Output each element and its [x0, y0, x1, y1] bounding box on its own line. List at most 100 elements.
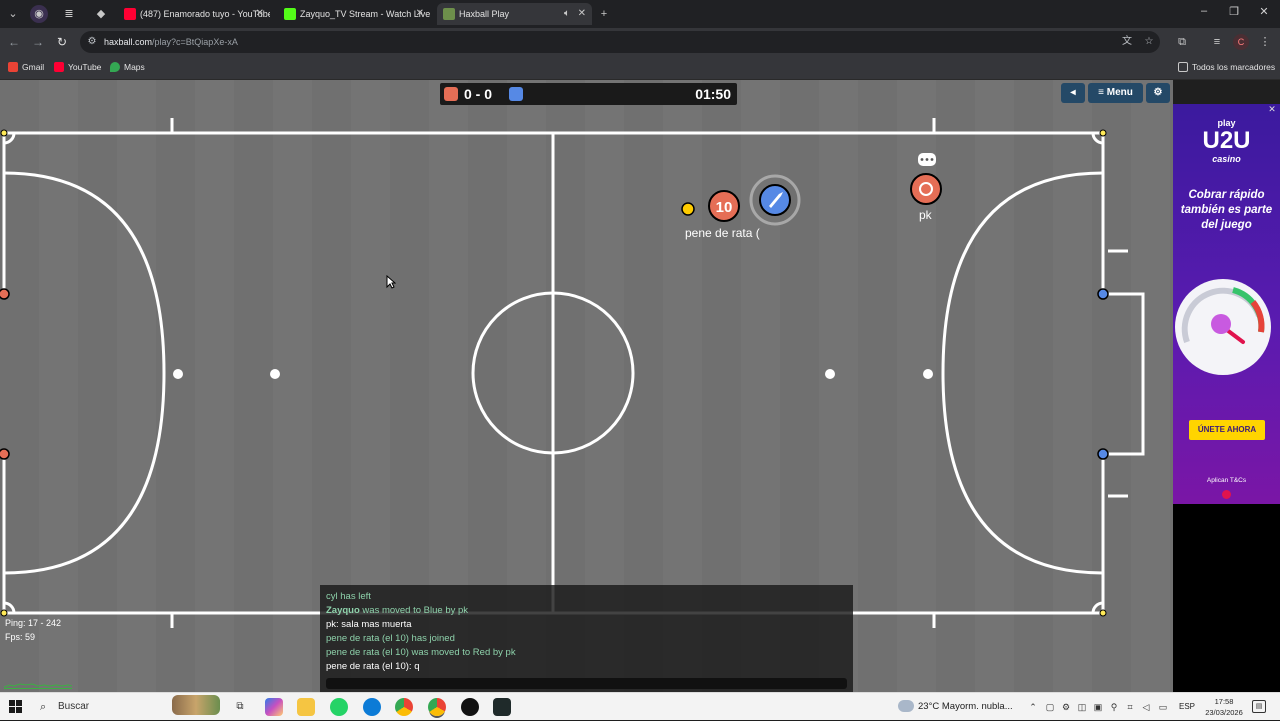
- profile-avatar[interactable]: C: [1233, 34, 1249, 50]
- bookmark-maps[interactable]: Maps: [110, 61, 145, 73]
- folder-icon: [1178, 62, 1188, 72]
- back-icon[interactable]: ←: [6, 34, 22, 50]
- copilot-icon[interactable]: [265, 698, 283, 716]
- volume-icon[interactable]: ◁: [1140, 700, 1152, 714]
- score-text: 0 - 0: [464, 86, 493, 102]
- reload-icon[interactable]: ↻: [54, 34, 70, 50]
- notification-icon[interactable]: ▤: [1252, 700, 1266, 713]
- scoreboard: 0 - 0 01:50: [440, 83, 737, 105]
- empty-ad-space: [1173, 504, 1280, 692]
- blue-team-badge: [509, 87, 523, 101]
- diamond-icon[interactable]: ◆: [92, 5, 110, 23]
- close-tab-icon[interactable]: ✕: [578, 3, 586, 25]
- chat-line: pene de rata (el 10): q: [326, 661, 420, 672]
- media-controls-icon[interactable]: ≡: [1209, 34, 1225, 50]
- clock[interactable]: 17:58 23/03/2026: [1204, 696, 1244, 718]
- tab-title: (487) Enamorado tuyo - YouTube: [140, 9, 270, 19]
- red-team-badge: [444, 87, 458, 101]
- bookmark-star-icon[interactable]: ☆: [1142, 35, 1156, 49]
- tray-app-icon[interactable]: ⚙: [1060, 700, 1072, 714]
- search-icon: ⌕: [40, 701, 47, 713]
- youtube-icon: [124, 8, 136, 20]
- address-bar[interactable]: ⚙ haxball.com/play?c=BtQiapXe-xA 文 ☆: [80, 31, 1160, 53]
- new-tab-button[interactable]: +: [595, 5, 613, 23]
- whatsapp-icon[interactable]: [330, 698, 348, 716]
- gmail-icon: [8, 62, 18, 72]
- tray-app-icon[interactable]: ▣: [1092, 700, 1104, 714]
- player-name-label: pene de rata (: [685, 226, 760, 240]
- tab-title: Haxball Play: [459, 9, 510, 19]
- minimize-icon[interactable]: –: [1194, 5, 1214, 17]
- language-indicator[interactable]: ESP: [1179, 693, 1195, 721]
- tray-chevron-icon[interactable]: ⌃: [1027, 700, 1039, 714]
- sound-toggle-button[interactable]: ◂: [1061, 83, 1085, 103]
- windows-start-icon[interactable]: [9, 700, 22, 713]
- battery-icon[interactable]: ▭: [1157, 700, 1169, 714]
- player-name-label: pk: [919, 208, 932, 222]
- translate-icon[interactable]: 文: [1120, 35, 1134, 49]
- chat-input[interactable]: [326, 678, 847, 689]
- chrome-icon[interactable]: [395, 698, 413, 716]
- ad-badge-icon: [1222, 490, 1231, 499]
- all-bookmarks-folder[interactable]: Todos los marcadores: [1178, 61, 1275, 73]
- restore-icon[interactable]: ❐: [1224, 5, 1244, 18]
- tab-haxball[interactable]: Haxball Play 🔈︎ ✕: [437, 3, 592, 25]
- close-window-icon[interactable]: ✕: [1254, 5, 1274, 18]
- speaker-icon[interactable]: 🔈︎: [564, 3, 570, 25]
- chat-line: pene de rata (el 10) was moved to Red by…: [326, 647, 516, 658]
- fps-readout: Fps: 59: [5, 632, 36, 642]
- terminal-icon[interactable]: [493, 698, 511, 716]
- network-icon[interactable]: ⌗: [1124, 700, 1136, 714]
- match-timer: 01:50: [695, 86, 731, 102]
- usb-icon[interactable]: ⚲: [1108, 700, 1120, 714]
- chrome-active-icon[interactable]: [428, 698, 446, 716]
- red-player-10: 10: [708, 190, 740, 222]
- extension-icon[interactable]: ◉: [30, 5, 48, 23]
- youtube-icon: [54, 62, 64, 72]
- ad-close-icon[interactable]: ✕: [1266, 104, 1278, 116]
- chat-line: pk: sala mas muerta: [326, 619, 412, 630]
- more-menu-icon[interactable]: ⋮: [1257, 34, 1273, 50]
- chat-line: cyl has left: [326, 591, 371, 602]
- ad-join-button[interactable]: ÚNETE AHORA: [1189, 420, 1265, 440]
- tray-app-icon[interactable]: ◫: [1076, 700, 1088, 714]
- windows-taskbar: ⌕ Buscar ⧉ 23°C Mayorm. nubla... ⌃ ▢ ⚙ ◫…: [0, 692, 1280, 720]
- mouse-cursor-icon: [386, 275, 396, 289]
- site-info-icon[interactable]: ⚙: [85, 35, 99, 49]
- ad-terms: Aplican T&Cs: [1206, 477, 1247, 484]
- speedometer-icon: [1175, 279, 1271, 375]
- close-tab-icon[interactable]: ✕: [256, 3, 264, 25]
- chat-panel: cyl has left Zayquo was moved to Blue by…: [320, 585, 853, 692]
- app-icon[interactable]: [461, 698, 479, 716]
- extensions-puzzle-icon[interactable]: ⧉: [1174, 34, 1190, 50]
- address-toolbar: ← → ↻ ⚙ haxball.com/play?c=BtQiapXe-xA 文…: [0, 28, 1280, 56]
- player-avatar-text: 10: [716, 199, 733, 216]
- haxball-game-canvas[interactable]: 10 pene de rata ( pk 0 - 0 01:50 ◂ ≡ Men…: [0, 80, 1173, 692]
- settings-button[interactable]: ⚙: [1146, 83, 1170, 103]
- cloud-icon: [898, 700, 914, 712]
- menu-button[interactable]: ≡ Menu: [1088, 83, 1143, 103]
- network-stats: Ping: 17 - 242 Fps: 59: [5, 616, 61, 644]
- tab-search-chevron-icon[interactable]: ⌄: [4, 5, 22, 23]
- tab-kick-stream[interactable]: Zayquo_TV Stream - Watch Live ✕: [278, 3, 430, 25]
- edge-icon[interactable]: [363, 698, 381, 716]
- weather-widget[interactable]: 23°C Mayorm. nubla...: [898, 693, 1013, 721]
- stack-icon[interactable]: ≣: [60, 5, 78, 23]
- browser-tab-strip: ⌄ ◉ ≣ ◆ (487) Enamorado tuyo - YouTube ✕…: [0, 0, 1280, 28]
- casino-ad-banner[interactable]: ✕ play U2U casino Cobrar rápido también …: [1173, 104, 1280, 504]
- close-tab-icon[interactable]: ✕: [416, 3, 424, 25]
- ad-logo: play U2U casino: [1202, 118, 1251, 164]
- fps-graph: [4, 683, 72, 689]
- bookmark-youtube[interactable]: YouTube: [54, 61, 101, 73]
- task-view-icon[interactable]: ⧉: [231, 698, 249, 716]
- file-explorer-icon[interactable]: [297, 698, 315, 716]
- forward-icon[interactable]: →: [30, 34, 46, 50]
- bookmark-gmail[interactable]: Gmail: [8, 61, 44, 73]
- haxball-icon: [443, 8, 455, 20]
- tab-youtube[interactable]: (487) Enamorado tuyo - YouTube ✕: [118, 3, 270, 25]
- tray-app-icon[interactable]: ▢: [1044, 700, 1056, 714]
- url-text[interactable]: haxball.com/play?c=BtQiapXe-xA: [104, 31, 238, 53]
- search-highlight-image[interactable]: [172, 695, 220, 715]
- tab-title: Zayquo_TV Stream - Watch Live: [300, 9, 430, 19]
- ad-headline: Cobrar rápido también es parte del juego: [1180, 189, 1273, 231]
